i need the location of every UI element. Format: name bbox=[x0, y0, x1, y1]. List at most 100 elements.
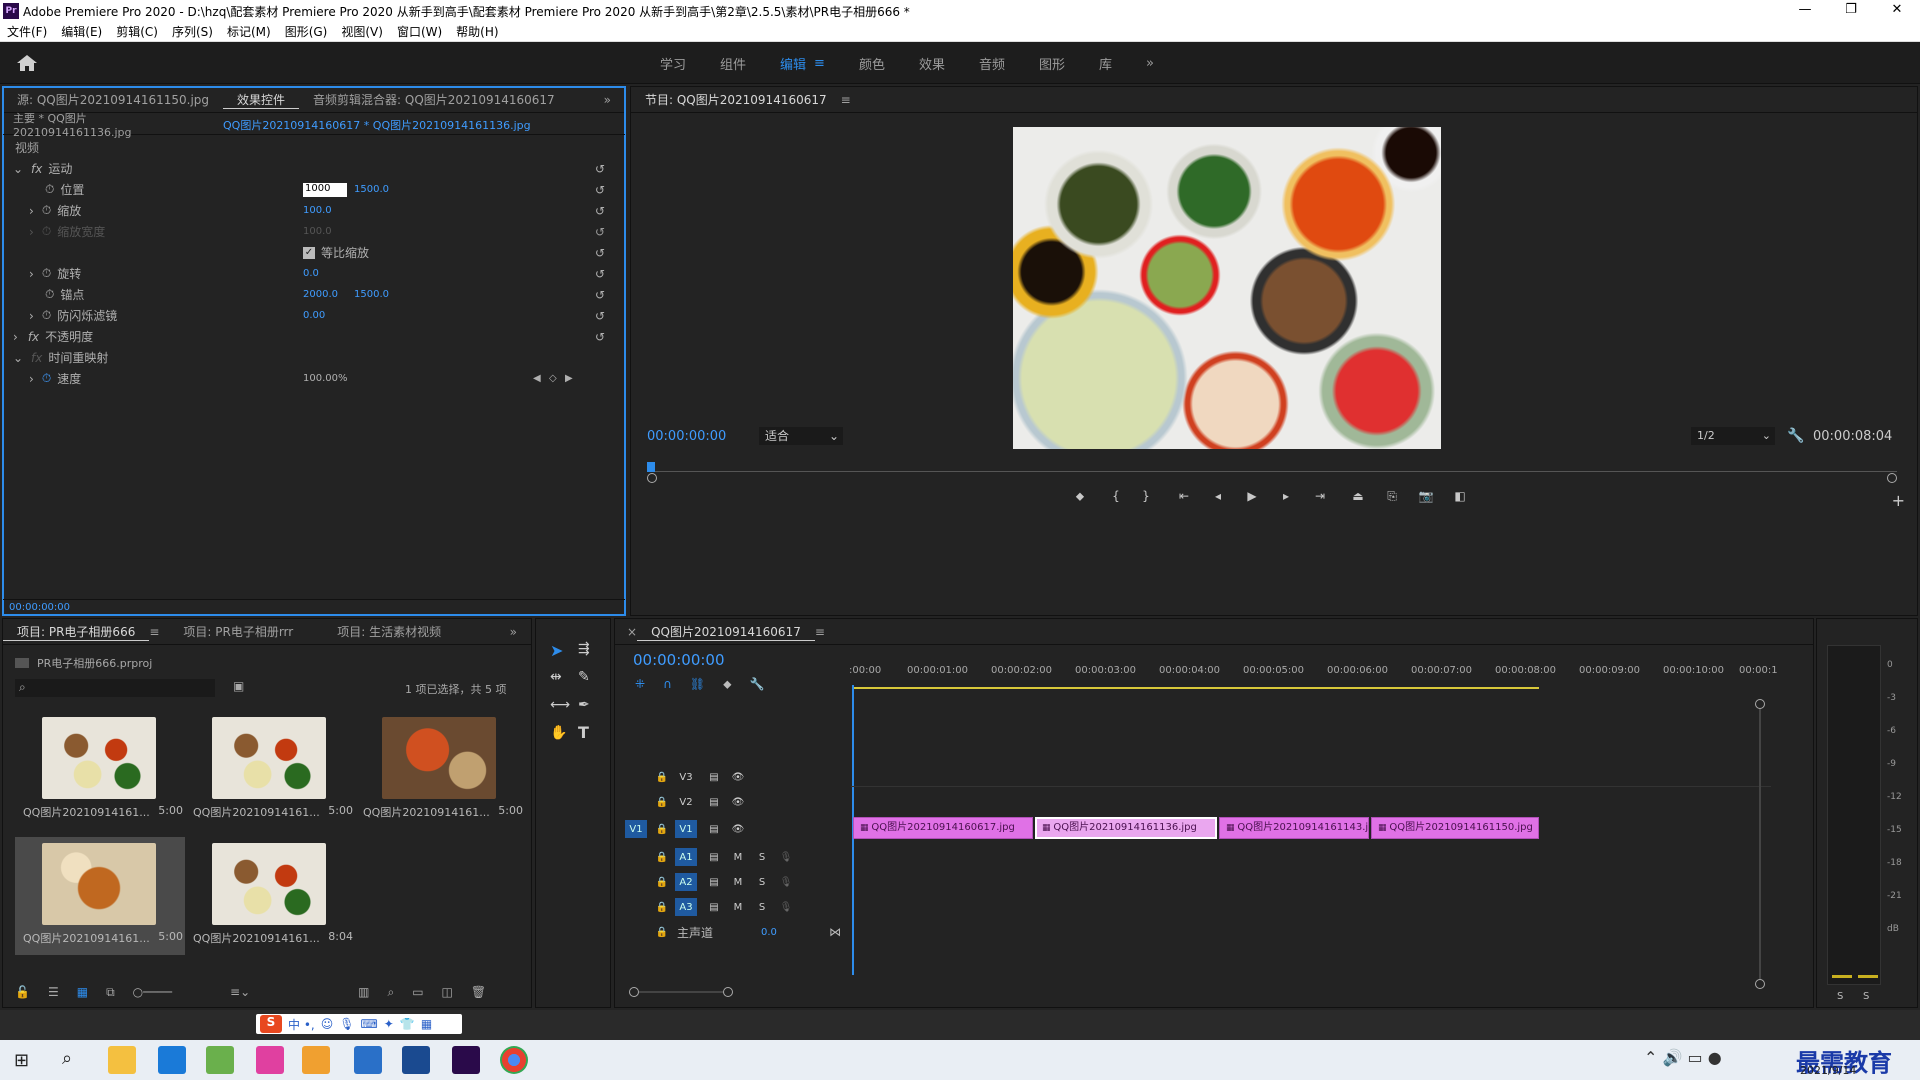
uniform-scale-checkbox[interactable]: ✓ bbox=[303, 246, 315, 259]
position-y-value[interactable]: 1500.0 bbox=[354, 184, 389, 195]
next-keyframe-icon[interactable]: ▶ bbox=[565, 373, 573, 384]
menu-file[interactable]: 文件(F) bbox=[0, 23, 54, 40]
lock-icon[interactable]: 🔓 bbox=[15, 985, 30, 999]
prev-keyframe-icon[interactable]: ◀ bbox=[533, 373, 541, 384]
icon-view-icon[interactable]: ▦ bbox=[77, 985, 88, 999]
play-button[interactable]: ▶ bbox=[1243, 487, 1261, 505]
clip-selected[interactable]: QQ图片20210914161136.jpg bbox=[1035, 817, 1217, 839]
program-monitor-title[interactable]: 节目: QQ图片20210914160617 bbox=[631, 91, 841, 108]
timeline-timecode[interactable]: 00:00:00:00 bbox=[633, 651, 725, 669]
scrubber-end-handle[interactable] bbox=[1887, 473, 1897, 483]
reset-icon[interactable]: ↺ bbox=[595, 288, 605, 302]
lock-icon[interactable]: 🔒 bbox=[651, 898, 673, 916]
anchor-y-value[interactable]: 1500.0 bbox=[354, 289, 389, 300]
workspace-learn[interactable]: 学习 bbox=[660, 54, 686, 73]
menu-clip[interactable]: 剪辑(C) bbox=[109, 23, 165, 40]
search-icon[interactable]: ⌕ bbox=[62, 1048, 72, 1069]
project-item[interactable]: QQ图片20210914161... 5:00 bbox=[15, 711, 185, 829]
menu-marker[interactable]: 标记(M) bbox=[220, 23, 278, 40]
trash-icon[interactable]: 🗑 bbox=[471, 985, 486, 999]
track-label[interactable]: V1 bbox=[675, 820, 697, 838]
close-button[interactable]: ✕ bbox=[1874, 0, 1920, 22]
mark-in-button[interactable]: { bbox=[1107, 487, 1125, 505]
effect-timecode[interactable]: 00:00:00:00 bbox=[3, 602, 70, 613]
sync-lock-icon[interactable]: ▤ bbox=[703, 848, 725, 866]
voice-icon[interactable]: 🎙 bbox=[339, 1017, 354, 1031]
fx-badge[interactable]: fx bbox=[31, 162, 42, 176]
ime-mode[interactable]: 中 •, bbox=[288, 1016, 315, 1033]
scrubber-start-handle[interactable] bbox=[647, 473, 657, 483]
tab-audio-mixer[interactable]: 音频剪辑混合器: QQ图片20210914160617 bbox=[299, 91, 569, 108]
project-item[interactable]: QQ图片20210914161... 8:04 bbox=[185, 837, 355, 955]
file-explorer-icon[interactable] bbox=[108, 1046, 136, 1074]
add-button-icon[interactable]: + bbox=[1892, 491, 1905, 510]
effect-time-remap[interactable]: ⌄ fx 时间重映射 bbox=[3, 347, 625, 368]
automate-sequence-icon[interactable]: ▥ bbox=[358, 985, 369, 999]
clip[interactable]: QQ图片20210914160617.jpg bbox=[853, 817, 1033, 839]
nest-icon[interactable]: ⁜ bbox=[635, 677, 645, 692]
menu-view[interactable]: 视图(V) bbox=[334, 23, 390, 40]
reset-icon[interactable]: ↺ bbox=[595, 309, 605, 323]
app-icon[interactable] bbox=[402, 1046, 430, 1074]
master-clip-label[interactable]: 主要 * QQ图片20210914161136.jpg bbox=[3, 110, 203, 139]
premiere-taskbar-icon[interactable] bbox=[452, 1046, 480, 1074]
scale-value[interactable]: 100.0 bbox=[303, 205, 332, 216]
tab-source[interactable]: 源: QQ图片20210914161150.jpg bbox=[3, 91, 223, 108]
find-icon[interactable]: ⌕ bbox=[387, 985, 394, 1000]
lock-icon[interactable]: 🔒 bbox=[651, 820, 673, 838]
sync-lock-icon[interactable]: ▤ bbox=[703, 898, 725, 916]
stopwatch-icon[interactable]: ⏱ bbox=[42, 203, 51, 218]
menu-sequence[interactable]: 序列(S) bbox=[165, 23, 220, 40]
sync-lock-icon[interactable]: ▤ bbox=[703, 793, 725, 811]
microphone-icon[interactable]: 🎙 bbox=[775, 898, 797, 916]
workspace-menu-icon[interactable]: ≡ bbox=[814, 56, 825, 71]
new-bin-icon[interactable]: ▭ bbox=[412, 985, 423, 999]
stopwatch-icon[interactable]: ⏱ bbox=[42, 266, 51, 281]
panel-menu-icon[interactable]: ≡ bbox=[815, 625, 825, 639]
flicker-value[interactable]: 0.00 bbox=[303, 310, 325, 321]
zoom-slider[interactable]: ○──── bbox=[133, 985, 172, 999]
work-area-bar[interactable] bbox=[853, 687, 1539, 689]
chevron-down-icon[interactable]: ⌄ bbox=[11, 351, 25, 365]
track-label[interactable]: V3 bbox=[675, 768, 697, 786]
tab-effect-controls[interactable]: 效果控件 bbox=[223, 91, 300, 109]
export-frame-button[interactable]: 📷 bbox=[1417, 487, 1435, 505]
solo-button[interactable]: S bbox=[751, 873, 773, 891]
type-tool-icon[interactable]: T bbox=[578, 723, 589, 742]
workspace-effects[interactable]: 效果 bbox=[919, 54, 945, 73]
playhead-handle[interactable] bbox=[647, 462, 655, 472]
program-scrubber[interactable] bbox=[647, 462, 1897, 483]
app-icon[interactable] bbox=[206, 1046, 234, 1074]
step-forward-button[interactable]: ▸ bbox=[1277, 487, 1295, 505]
app-icon[interactable] bbox=[256, 1046, 284, 1074]
microphone-icon[interactable]: 🎙 bbox=[775, 873, 797, 891]
lock-icon[interactable]: 🔒 bbox=[651, 768, 673, 786]
solo-button[interactable]: S bbox=[751, 898, 773, 916]
keyboard-icon[interactable]: ⌨ bbox=[360, 1017, 377, 1031]
panel-overflow-icon[interactable]: » bbox=[590, 93, 625, 107]
timeline-zoom-scroll[interactable] bbox=[629, 987, 733, 997]
maximize-button[interactable]: ❐ bbox=[1828, 0, 1874, 22]
menu-help[interactable]: 帮助(H) bbox=[449, 23, 505, 40]
workspace-more-icon[interactable]: » bbox=[1146, 56, 1154, 71]
chevron-right-icon[interactable]: › bbox=[13, 330, 18, 344]
wrench-icon[interactable]: 🔧 bbox=[1787, 428, 1804, 444]
chevron-down-icon[interactable]: ⌄ bbox=[11, 162, 25, 176]
hand-tool-icon[interactable]: ✋ bbox=[550, 725, 567, 741]
mute-button[interactable]: M bbox=[727, 898, 749, 916]
app-icon[interactable] bbox=[354, 1046, 382, 1074]
stopwatch-icon[interactable]: ⏱ bbox=[42, 371, 51, 386]
sync-lock-icon[interactable]: ▤ bbox=[703, 820, 725, 838]
chevron-right-icon[interactable]: › bbox=[29, 309, 34, 323]
menu-graphics[interactable]: 图形(G) bbox=[278, 23, 335, 40]
go-to-end-icon[interactable]: ⋈ bbox=[829, 925, 841, 939]
reset-icon[interactable]: ↺ bbox=[595, 204, 605, 218]
wrench-icon[interactable]: 🔧 bbox=[750, 677, 765, 692]
selection-tool-icon[interactable]: ➤ bbox=[550, 641, 563, 660]
panel-menu-icon[interactable]: ≡ bbox=[841, 93, 851, 107]
new-item-icon[interactable]: ◫ bbox=[442, 985, 453, 999]
zoom-select[interactable]: 适合 ⌄ bbox=[759, 427, 843, 445]
panel-menu-icon[interactable]: ≡ bbox=[149, 625, 159, 639]
step-back-button[interactable]: ◂ bbox=[1209, 487, 1227, 505]
speed-value[interactable]: 100.00% bbox=[303, 373, 348, 384]
